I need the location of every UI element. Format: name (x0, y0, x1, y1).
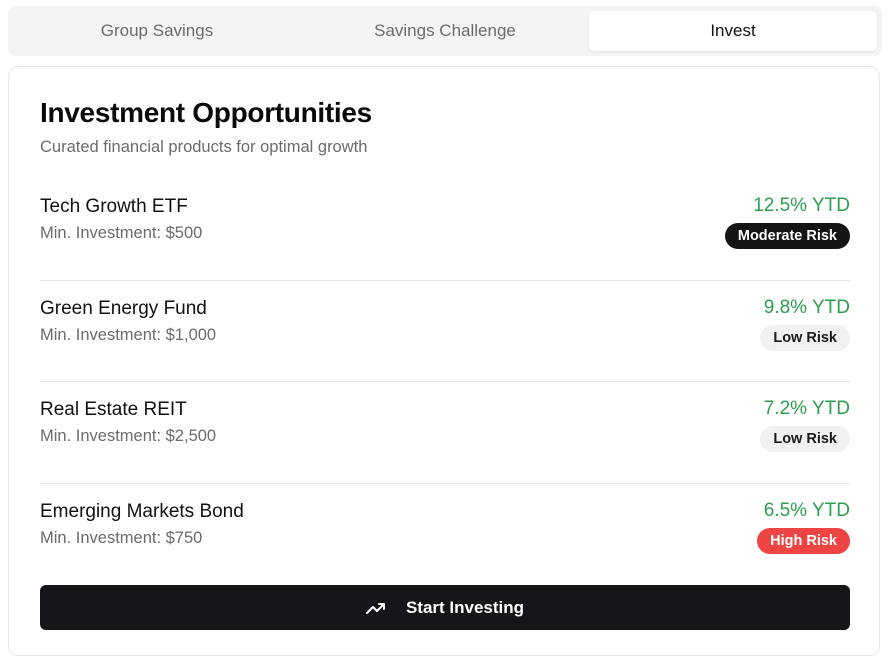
min-investment: Min. Investment: $500 (40, 224, 203, 242)
risk-badge: Moderate Risk (724, 223, 850, 249)
trending-up-icon (365, 601, 386, 615)
ytd-return: 9.8% YTD (763, 296, 850, 318)
investment-item[interactable]: Green Energy Fund Min. Investment: $1,00… (40, 281, 850, 382)
ytd-return: 7.2% YTD (763, 398, 850, 419)
ytd-return: 6.5% YTD (763, 499, 850, 521)
investment-name: Emerging Markets Bond (40, 500, 244, 522)
investment-name: Tech Growth ETF (40, 196, 188, 217)
min-investment: Min. Investment: $1,000 (40, 325, 217, 344)
ytd-return: 12.5% YTD (753, 195, 850, 216)
investment-name: Real Estate REIT (40, 399, 187, 420)
investment-list: Tech Growth ETF Min. Investment: $500 12… (40, 179, 850, 585)
min-investment: Min. Investment: $750 (40, 528, 203, 547)
investment-item[interactable]: Tech Growth ETF Min. Investment: $500 12… (40, 179, 850, 281)
risk-badge: Low Risk (760, 324, 850, 351)
min-investment: Min. Investment: $2,500 (40, 427, 217, 445)
risk-badge: High Risk (757, 527, 850, 554)
card-subtitle: Curated financial products for optimal g… (40, 138, 368, 156)
investment-item[interactable]: Real Estate REIT Min. Investment: $2,500… (40, 382, 850, 484)
investment-card: Investment Opportunities Curated financi… (8, 66, 880, 656)
tab-bar: Group Savings Savings Challenge Invest (8, 6, 882, 56)
investment-name: Green Energy Fund (40, 297, 207, 319)
tab-group-savings[interactable]: Group Savings (13, 11, 301, 51)
tab-savings-challenge[interactable]: Savings Challenge (301, 11, 589, 51)
tab-invest[interactable]: Invest (589, 11, 877, 51)
investment-item[interactable]: Emerging Markets Bond Min. Investment: $… (40, 484, 850, 586)
card-title: Investment Opportunities (40, 97, 372, 128)
risk-badge: Low Risk (760, 426, 850, 452)
start-investing-label: Start Investing (405, 597, 525, 617)
start-investing-button[interactable]: Start Investing (40, 585, 850, 630)
